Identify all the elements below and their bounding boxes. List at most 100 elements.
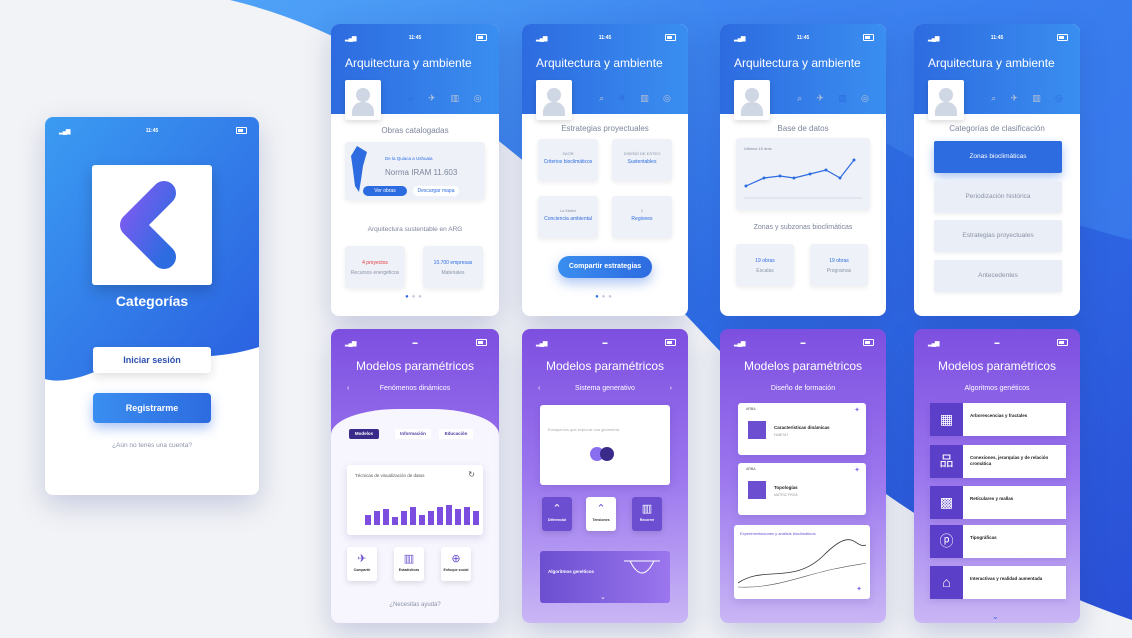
card-caption: DISEÑO DE ESTEO xyxy=(623,151,661,156)
stat-label: Recursos energéticos xyxy=(350,270,400,276)
building-icon[interactable]: ▥ xyxy=(450,93,459,104)
register-button[interactable]: Registrarme xyxy=(93,393,211,423)
battery-icon xyxy=(1057,339,1068,346)
card-text: Ensayemos que explorar una geometría xyxy=(548,427,620,432)
logo-tile xyxy=(92,165,212,285)
strategy-card[interactable]: La Matriz Conciencia ambiental xyxy=(538,196,598,238)
battery-icon xyxy=(665,34,676,41)
tile-label: Compartir xyxy=(353,568,371,572)
list-item[interactable]: ▦ Arborescencias y fractales xyxy=(930,403,1066,436)
line-chart xyxy=(744,158,862,199)
item-icon xyxy=(748,421,766,439)
screen-diseno: ▂▄▆ ▬ Modelos paramétricos Diseño de form… xyxy=(720,329,886,623)
globe-icon[interactable]: ◎ xyxy=(861,93,869,104)
category-button[interactable]: Periodización histórica xyxy=(934,181,1062,213)
list-item[interactable]: ▩ Retículares y mallas xyxy=(930,486,1066,519)
category-button[interactable]: Antecedentes xyxy=(934,260,1062,292)
prev-arrow-icon[interactable]: ‹ xyxy=(347,385,349,392)
avatar[interactable] xyxy=(345,80,381,120)
stat-card[interactable]: 10.700 empresas Materiales xyxy=(423,246,483,288)
social-tile[interactable]: ⊕ Enfoque social xyxy=(441,547,471,581)
chart-icon: ▥ xyxy=(641,503,653,515)
plane-icon[interactable]: ✈ xyxy=(1010,93,1018,104)
tile-label: Recorrer xyxy=(639,518,655,522)
list-item[interactable]: ⌂ Interactivas y realidad aumentada xyxy=(930,566,1066,599)
building-icon[interactable]: ▥ xyxy=(1032,93,1041,104)
analysis-graph-card[interactable]: Experimentaciones y análisis bioclimátic… xyxy=(734,525,870,599)
chevron-down-icon[interactable]: ⌄ xyxy=(992,612,999,621)
header-title: Arquitectura y ambiente xyxy=(928,56,1055,70)
generative-card[interactable]: Ensayemos que explorar una geometría xyxy=(540,405,670,485)
search-icon[interactable]: ⌕ xyxy=(797,93,802,104)
category-button[interactable]: Zonas bioclimáticas xyxy=(934,141,1062,173)
stat-value: 19 obras xyxy=(829,258,849,264)
plane-icon[interactable]: ✈ xyxy=(816,93,824,104)
login-button[interactable]: Iniciar sesión xyxy=(93,347,211,373)
globe-icon[interactable]: ◎ xyxy=(474,93,482,104)
help-link[interactable]: ¿Necesitas ayuda? xyxy=(331,602,499,608)
category-button[interactable]: Estrategias proyectuales xyxy=(934,220,1062,252)
building-icon[interactable]: ▥ xyxy=(640,93,649,104)
stat-card[interactable]: 19 obras Programas xyxy=(810,244,868,286)
avatar[interactable] xyxy=(734,80,770,120)
tab-education[interactable]: Educación xyxy=(439,429,473,439)
chevron-down-icon[interactable]: ⌄ xyxy=(600,593,606,601)
avatar[interactable] xyxy=(928,80,964,120)
share-tile[interactable]: ✈ Compartir xyxy=(347,547,377,581)
list-item[interactable]: ARBA ✦ Características dinámicas HABITAT xyxy=(738,403,866,455)
avatar[interactable] xyxy=(536,80,572,120)
search-icon[interactable]: ⌕ xyxy=(408,93,413,104)
item-label: Retículares y mallas xyxy=(970,496,1014,501)
mesh-icon: ▩ xyxy=(930,486,963,519)
list-item[interactable]: 品 Conexiones, jerarquías y de relación cr… xyxy=(930,445,1066,478)
subtitle: Algoritmos genéticos xyxy=(964,385,1030,392)
next-arrow-icon[interactable]: › xyxy=(670,385,672,392)
stat-card[interactable]: 4 proyectos Recursos energéticos xyxy=(345,246,405,288)
building-icon[interactable]: ▥ xyxy=(838,93,847,104)
plane-icon[interactable]: ✈ xyxy=(428,93,436,104)
strategy-card[interactable]: DISEÑO DE ESTEO Sustentables xyxy=(612,139,672,181)
battery-icon xyxy=(476,34,487,41)
prev-arrow-icon[interactable]: ‹ xyxy=(538,385,540,392)
strategy-card[interactable]: SAOR Criterios bioclimáticos xyxy=(538,139,598,181)
list-item[interactable]: ⓟ Tipográficas xyxy=(930,525,1066,558)
signal-icon: ▂▄▆ xyxy=(59,129,71,135)
strategy-card[interactable]: 2 Regiones xyxy=(612,196,672,238)
status-time: ▬ xyxy=(602,340,608,346)
plane-icon[interactable]: ✈ xyxy=(618,93,626,104)
item-label: Interactivas y realidad aumentada xyxy=(970,576,1043,581)
visualization-card[interactable]: Técnicas de visualización de datos ↻ xyxy=(347,465,483,535)
card-label: Criterios bioclimáticos xyxy=(543,159,593,165)
subtitle: Diseño de formación xyxy=(770,385,836,392)
search-icon[interactable]: ⌕ xyxy=(599,93,604,104)
share-strategies-button[interactable]: Compartir estrategias xyxy=(558,256,652,278)
fractal-icon: ▦ xyxy=(930,403,963,436)
genetic-banner[interactable]: Algoritmos genéticos ⌄ xyxy=(540,551,670,603)
stats-tile[interactable]: ▥ Estadísticas xyxy=(394,547,424,581)
tab-information[interactable]: Información xyxy=(395,429,431,439)
map-card[interactable]: De la Quiaca a Ushuaia Norma IRAM 11.603… xyxy=(345,142,485,200)
refresh-icon[interactable]: ↻ xyxy=(468,470,475,479)
stat-card[interactable]: 19 obras Escalas xyxy=(736,244,794,286)
card-title: Técnicas de visualización de datos xyxy=(355,473,425,478)
map-link[interactable]: De la Quiaca a Ushuaia xyxy=(385,156,433,161)
tab-models[interactable]: Modelos xyxy=(349,429,379,439)
signal-icon: ▂▄▆ xyxy=(536,36,548,42)
no-account-link[interactable]: ¿Aún no tenés una cuenta? xyxy=(45,442,259,449)
toggle-icon[interactable] xyxy=(590,447,616,461)
signal-icon: ▂▄▆ xyxy=(536,341,548,347)
globe-icon[interactable]: ◎ xyxy=(1055,93,1063,104)
download-map-button[interactable]: Descargar mapa xyxy=(413,186,459,196)
section-title: Obras catalogadas xyxy=(381,126,449,135)
section-title: Arquitectura sustentable en ARG xyxy=(367,226,463,233)
differential-tile[interactable]: ⌃ Diferencial xyxy=(542,497,572,531)
bar-chart xyxy=(365,505,479,525)
globe-icon[interactable]: ◎ xyxy=(663,93,671,104)
see-works-button[interactable]: Ver obras xyxy=(363,186,407,196)
item-tag: ARBA xyxy=(746,467,756,471)
search-icon[interactable]: ⌕ xyxy=(991,93,996,104)
data-chart-card[interactable]: Ultimos 15 días xyxy=(736,138,870,210)
list-item[interactable]: ARBA ✦ Topologías MATRIZ PROA xyxy=(738,463,866,515)
tension-tile[interactable]: ⌃ Tensiones xyxy=(586,497,616,531)
walk-tile[interactable]: ▥ Recorrer xyxy=(632,497,662,531)
